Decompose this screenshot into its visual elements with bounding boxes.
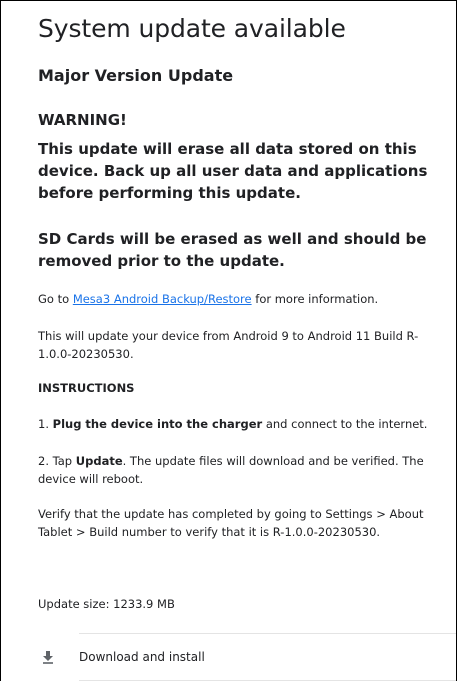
step-2-prefix: 2. Tap (38, 454, 76, 468)
step-1-text: and connect to the internet. (262, 417, 428, 431)
download-and-install-label: Download and install (79, 650, 205, 664)
warning-label: WARNING! (38, 111, 127, 129)
backup-restore-link[interactable]: Mesa3 Android Backup/Restore (73, 292, 252, 306)
update-screen: System update available Major Version Up… (0, 0, 457, 681)
download-and-install-button[interactable]: Download and install (1, 634, 456, 680)
page-title: System update available (38, 14, 346, 43)
download-icon (43, 651, 53, 664)
instruction-step-2: 2. Tap Update. The update files will dow… (38, 452, 438, 488)
backup-info-text: Go to Mesa3 Android Backup/Restore for m… (38, 290, 378, 308)
update-type-heading: Major Version Update (38, 66, 234, 85)
step-2-bold: Update (75, 454, 123, 468)
sd-card-warning: SD Cards will be erased as well and shou… (38, 230, 427, 270)
step-1-bold: Plug the device into the charger (52, 417, 263, 431)
update-size-text: Update size: 1233.9 MB (38, 597, 175, 611)
version-info-text: This will update your device from Androi… (38, 329, 419, 361)
backup-info-suffix: for more information. (251, 292, 379, 306)
step-1-number: 1. (38, 417, 53, 431)
instructions-heading: INSTRUCTIONS (38, 381, 135, 395)
warning-message: This update will erase all data stored o… (38, 140, 428, 202)
verify-instructions: Verify that the update has completed by … (38, 507, 424, 539)
backup-info-prefix: Go to (38, 292, 73, 306)
instruction-step-1: 1. Plug the device into the charger and … (38, 415, 443, 433)
